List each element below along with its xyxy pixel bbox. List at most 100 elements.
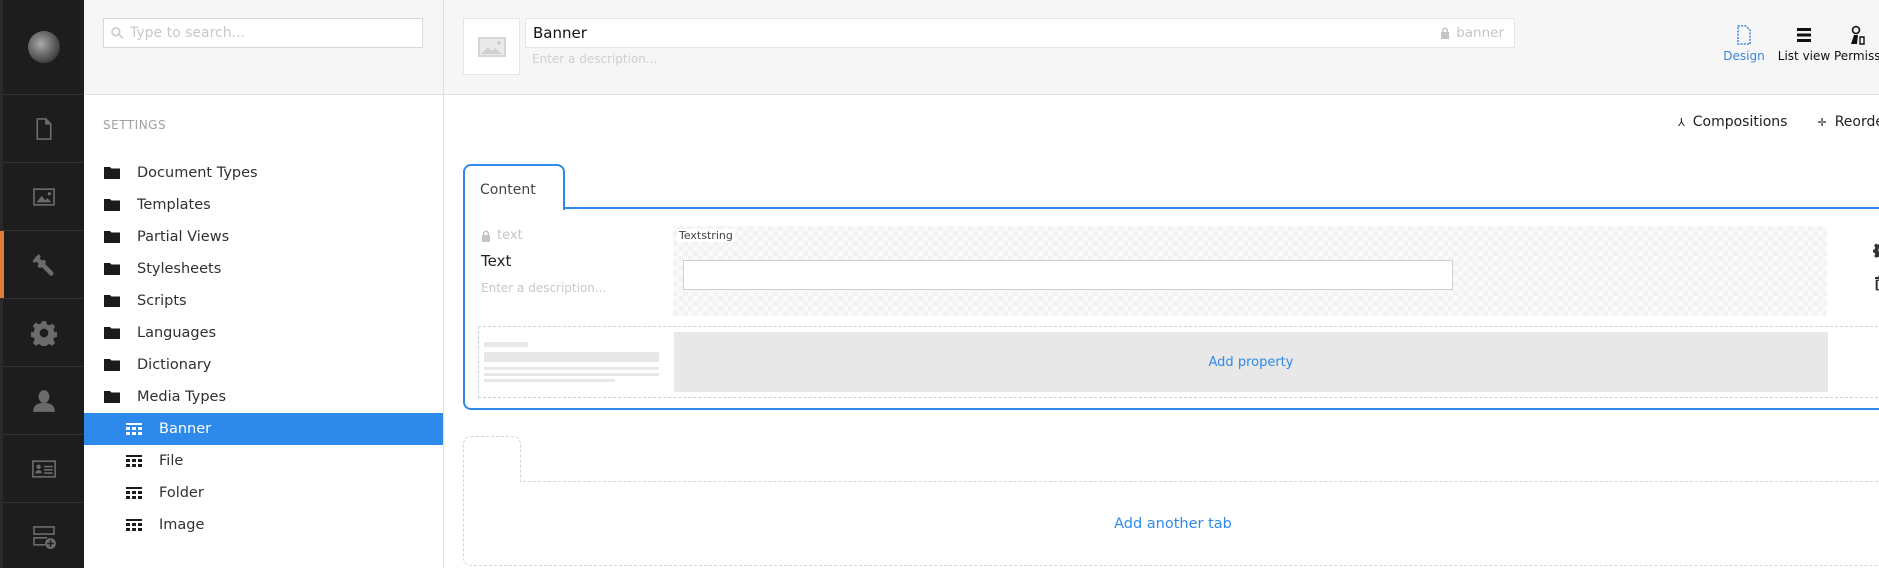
gear-icon[interactable] [1873, 242, 1879, 258]
section-settings[interactable] [0, 231, 84, 299]
compositions-label: Compositions [1692, 114, 1788, 130]
design-icon [1737, 25, 1751, 45]
placeholder-line [484, 342, 528, 347]
tree-item-templates[interactable]: Templates [84, 189, 443, 221]
list-icon [1797, 28, 1811, 42]
placeholder-line [484, 352, 659, 362]
id-card-icon [31, 459, 56, 478]
app-root: SETTINGS Document Types Templates Partia… [0, 0, 1879, 568]
search-input[interactable] [130, 25, 410, 41]
app-list-view[interactable]: List view [1774, 25, 1834, 63]
section-media[interactable] [3, 163, 84, 231]
tree-item-label: Folder [159, 485, 204, 501]
search-box[interactable] [103, 18, 423, 48]
section-members[interactable] [3, 435, 84, 503]
tab-label: Content [480, 182, 536, 198]
property-label[interactable]: Text [481, 252, 511, 270]
folder-icon [103, 262, 121, 276]
folder-icon [103, 198, 121, 212]
tree-item-image[interactable]: Image [84, 509, 443, 541]
folder-icon [103, 358, 121, 372]
tree-item-label: Languages [137, 325, 217, 341]
property-row[interactable]: text Text Enter a description... Textstr… [481, 226, 1879, 316]
property-alias: text [481, 228, 523, 243]
section-content[interactable] [3, 95, 84, 163]
add-property-button[interactable]: Add property [674, 332, 1828, 392]
media-type-icon [125, 422, 143, 436]
compositions-icon: ⅄ [1678, 115, 1685, 129]
reorder-button[interactable]: ✛ Reorder [1817, 114, 1879, 130]
tree-item-scripts[interactable]: Scripts [84, 285, 443, 317]
tree-item-partial-views[interactable]: Partial Views [84, 221, 443, 253]
tab-connector [465, 206, 563, 210]
editor-apps: Design List view Permissions [1714, 25, 1879, 63]
property-alias-value: text [497, 228, 523, 243]
alias-field[interactable]: banner [1440, 25, 1514, 41]
tree-item-label: Media Types [137, 389, 227, 405]
property-description[interactable]: Enter a description... [481, 281, 606, 295]
image-icon [477, 36, 506, 57]
user-avatar-container[interactable] [3, 0, 84, 95]
property-editor-preview[interactable]: Textstring [673, 226, 1827, 316]
tree-item-file[interactable]: File [84, 445, 443, 477]
tree-item-label: File [159, 453, 184, 469]
property-editor-type: Textstring [677, 229, 735, 242]
icon-picker-button[interactable] [463, 18, 520, 75]
move-icon: ✛ [1817, 115, 1827, 129]
tree-item-languages[interactable]: Languages [84, 317, 443, 349]
name-field[interactable]: banner [525, 18, 1515, 48]
tree-item-label: Templates [137, 197, 211, 213]
tab-connector [464, 480, 520, 483]
new-tab-head[interactable] [463, 436, 521, 482]
tree-item-dictionary[interactable]: Dictionary [84, 349, 443, 381]
app-label: List view [1777, 49, 1831, 63]
tree-item-document-types[interactable]: Document Types [84, 157, 443, 189]
editor-header: banner Design List view Permissions [444, 0, 1879, 95]
tree-item-label: Partial Views [137, 229, 230, 245]
section-forms[interactable] [3, 503, 84, 568]
section-developer[interactable] [3, 299, 84, 367]
image-icon [32, 187, 55, 206]
add-tab-button[interactable]: Add another tab [463, 516, 1879, 532]
name-input[interactable] [533, 24, 1441, 42]
section-users[interactable] [3, 367, 84, 435]
lock-icon [482, 230, 490, 242]
user-icon [32, 389, 55, 412]
add-property-row: Add property [478, 326, 1879, 398]
tree-item-label: Image [159, 517, 205, 533]
tree-item-label: Banner [159, 421, 212, 437]
wrench-icon [32, 253, 53, 276]
tree-item-banner[interactable]: Banner [84, 413, 443, 445]
app-label: Permissions [1834, 49, 1879, 63]
folder-icon [103, 294, 121, 308]
form-add-icon [32, 525, 56, 549]
tab-content[interactable]: Content [463, 164, 565, 210]
reorder-label: Reorder [1834, 114, 1879, 130]
editor-toolbar: ⅄ Compositions ✛ Reorder [1678, 114, 1879, 130]
app-permissions[interactable]: Permissions [1834, 25, 1879, 63]
placeholder-line [484, 367, 659, 370]
folder-icon [103, 326, 121, 340]
editor-main: banner Design List view Permissions [444, 0, 1879, 568]
media-type-icon [125, 518, 143, 532]
tree-item-stylesheets[interactable]: Stylesheets [84, 253, 443, 285]
new-tab-group: Add another tab [463, 436, 1879, 566]
media-type-icon [125, 486, 143, 500]
tree-item-media-types[interactable]: Media Types [84, 381, 443, 413]
compositions-button[interactable]: ⅄ Compositions [1678, 114, 1787, 130]
tree-list: Document Types Templates Partial Views S… [84, 157, 443, 541]
textstring-preview-input [683, 260, 1453, 290]
placeholder-line [484, 379, 615, 382]
app-design[interactable]: Design [1714, 25, 1774, 63]
lock-icon [1441, 27, 1450, 39]
tree-item-label: Stylesheets [137, 261, 222, 277]
tree-panel: SETTINGS Document Types Templates Partia… [84, 0, 444, 568]
tree-item-folder[interactable]: Folder [84, 477, 443, 509]
search-icon [111, 27, 124, 39]
permissions-icon [1851, 25, 1865, 45]
folder-icon [103, 166, 121, 180]
trash-icon[interactable] [1873, 275, 1879, 291]
avatar[interactable] [27, 31, 60, 63]
description-input[interactable] [532, 52, 1432, 66]
tab-group-content: Content text Text Enter a description...… [463, 164, 1879, 410]
